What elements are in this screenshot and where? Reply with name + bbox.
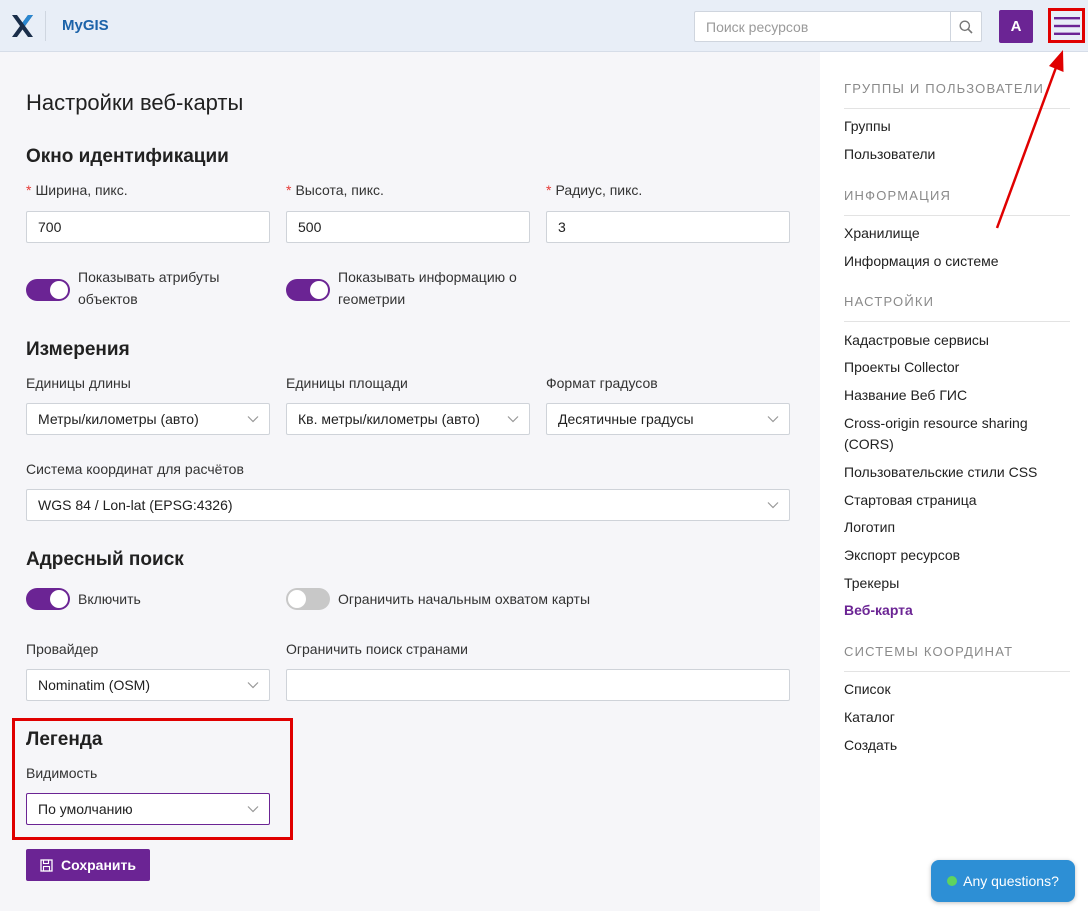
sidebar-item-collector[interactable]: Проекты Collector [844, 357, 1070, 378]
provider-select[interactable]: Nominatim (OSM) [26, 669, 270, 701]
width-input[interactable]: 700 [26, 211, 270, 243]
degree-format-select[interactable]: Десятичные градусы [546, 403, 790, 435]
chevron-down-icon [767, 502, 779, 509]
legend-highlight-box [12, 718, 293, 840]
save-button[interactable]: Сохранить [26, 849, 150, 881]
length-units-label: Единицы длины [26, 375, 131, 391]
toggle-knob [288, 590, 306, 608]
search-icon [959, 20, 973, 34]
sidebar-item-logo[interactable]: Логотип [844, 517, 1070, 538]
sidebar-item-crs-list[interactable]: Список [844, 679, 1070, 700]
chevron-down-icon [247, 416, 259, 423]
countries-label: Ограничить поиск странами [286, 641, 468, 657]
sidebar-item-cors[interactable]: Cross-origin resource sharing (CORS) [844, 413, 1070, 455]
show-geometry-label: Показывать информацию о геометрии [338, 269, 517, 307]
crs-label: Система координат для расчётов [26, 461, 244, 477]
sidebar-heading-crs: СИСТЕМЫ КООРДИНАТ [844, 644, 1070, 672]
sidebar-item-crs-catalog[interactable]: Каталог [844, 707, 1070, 728]
sidebar-item-webgis-name[interactable]: Название Веб ГИС [844, 385, 1070, 406]
limit-extent-toggle[interactable] [286, 588, 330, 610]
save-icon [40, 858, 53, 872]
address-enable-label: Включить [78, 591, 141, 607]
address-enable-toggle[interactable] [26, 588, 70, 610]
toggle-knob [310, 281, 328, 299]
menu-highlight-box [1048, 8, 1085, 43]
online-status-icon [947, 876, 958, 886]
search-input[interactable] [695, 12, 951, 41]
height-input[interactable]: 500 [286, 211, 530, 243]
address-section-title: Адресный поиск [26, 549, 184, 570]
countries-input[interactable] [286, 669, 790, 701]
sidebar-item-system-info[interactable]: Информация о системе [844, 251, 1070, 272]
required-marker: * [546, 182, 552, 198]
length-units-select[interactable]: Метры/километры (авто) [26, 403, 270, 435]
sidebar-heading-settings: НАСТРОЙКИ [844, 294, 1070, 322]
sidebar-item-resource-export[interactable]: Экспорт ресурсов [844, 545, 1070, 566]
top-header: MyGIS A [0, 0, 1088, 52]
user-avatar[interactable]: A [999, 10, 1033, 43]
sidebar-item-trackers[interactable]: Трекеры [844, 573, 1070, 594]
degree-format-label: Формат градусов [546, 375, 658, 391]
search-box [694, 11, 982, 42]
radius-label: * Радиус, пикс. [546, 182, 643, 198]
crs-select[interactable]: WGS 84 / Lon-lat (EPSG:4326) [26, 489, 790, 521]
sidebar-item-cadastral[interactable]: Кадастровые сервисы [844, 330, 1070, 351]
toggle-knob [50, 590, 68, 608]
width-label: * Ширина, пикс. [26, 182, 128, 198]
area-units-select[interactable]: Кв. метры/километры (авто) [286, 403, 530, 435]
app-name[interactable]: MyGIS [62, 17, 109, 34]
required-marker: * [286, 182, 292, 198]
show-geometry-toggle[interactable] [286, 279, 330, 301]
nextgis-logo-icon[interactable] [10, 13, 34, 39]
sidebar-item-webmap[interactable]: Веб-карта [844, 600, 1070, 621]
logo-divider [45, 11, 46, 41]
annotation-arrow-icon [995, 50, 1064, 229]
chat-button[interactable]: Any questions? [931, 860, 1075, 902]
sidebar-item-home-page[interactable]: Стартовая страница [844, 490, 1070, 511]
provider-label: Провайдер [26, 641, 99, 657]
radius-input[interactable]: 3 [546, 211, 790, 243]
measure-section-title: Измерения [26, 339, 130, 360]
chevron-down-icon [767, 416, 779, 423]
identify-section-title: Окно идентификации [26, 146, 229, 167]
main-content: Настройки веб-карты Окно идентификации *… [0, 52, 820, 911]
required-marker: * [26, 182, 32, 198]
chevron-down-icon [247, 682, 259, 689]
page-title: Настройки веб-карты [26, 90, 244, 115]
sidebar-item-custom-css[interactable]: Пользовательские стили CSS [844, 462, 1070, 483]
show-attributes-toggle[interactable] [26, 279, 70, 301]
sidebar-item-crs-create[interactable]: Создать [844, 735, 1070, 756]
show-attributes-label: Показывать атрибуты объектов [78, 269, 220, 307]
chevron-down-icon [507, 416, 519, 423]
area-units-label: Единицы площади [286, 375, 408, 391]
limit-extent-label: Ограничить начальным охватом карты [338, 591, 591, 607]
height-label: * Высота, пикс. [286, 182, 384, 198]
search-button[interactable] [950, 12, 981, 41]
toggle-knob [50, 281, 68, 299]
